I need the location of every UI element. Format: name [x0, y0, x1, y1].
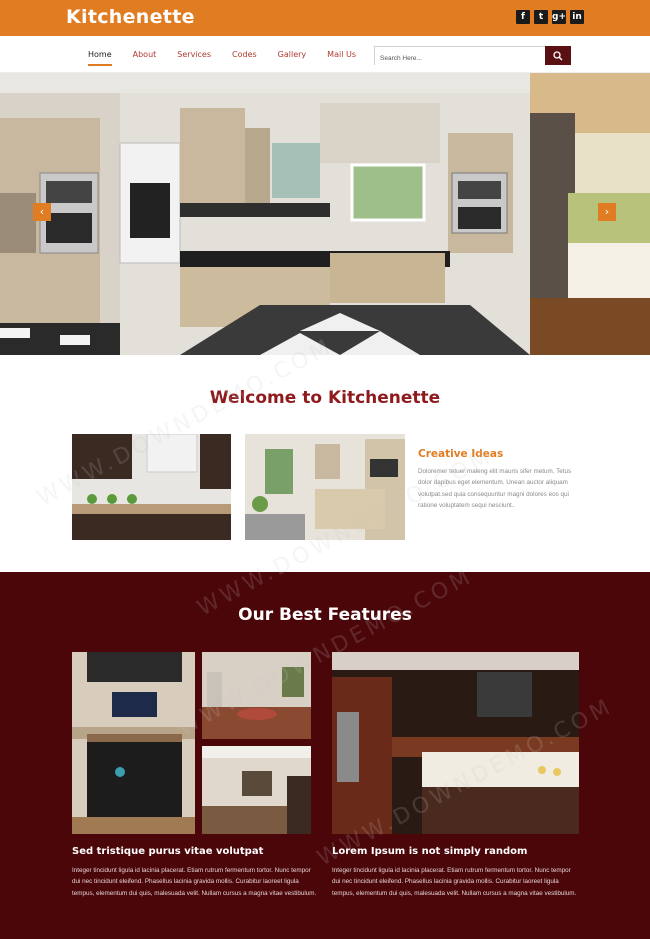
welcome-image-bright-kitchen [245, 434, 405, 540]
nav-item-codes[interactable]: Codes [232, 50, 257, 66]
site-logo[interactable]: Kitchenette [66, 6, 195, 28]
nav-item-home[interactable]: Home [88, 50, 112, 66]
search-icon [553, 50, 563, 60]
nav-item-about[interactable]: About [133, 50, 157, 66]
google-plus-icon[interactable]: g+ [552, 10, 566, 24]
social-links: f t g+ in [516, 10, 584, 24]
feature-image-corridor [202, 746, 311, 834]
slider-next-button[interactable]: › [598, 203, 616, 221]
welcome-image-dark-kitchen [72, 434, 231, 540]
search-input[interactable] [375, 50, 545, 67]
creative-ideas-heading: Creative Ideas [418, 448, 504, 460]
hero-kitchen-image [0, 73, 650, 355]
feature-image-dining [202, 652, 311, 739]
feature-image-modern-kitchen [332, 652, 579, 834]
slider-prev-button[interactable]: ‹ [33, 203, 51, 221]
feature-1-text: Integer tincidunt ligula id lacinia plac… [72, 867, 317, 897]
facebook-icon[interactable]: f [516, 10, 530, 24]
twitter-icon[interactable]: t [534, 10, 548, 24]
top-bar: Kitchenette f t g+ in [0, 0, 650, 36]
features-title: Our Best Features [238, 605, 412, 625]
linkedin-icon[interactable]: in [570, 10, 584, 24]
hero-slider: ‹ › [0, 73, 650, 355]
nav-item-gallery[interactable]: Gallery [278, 50, 307, 66]
nav-item-services[interactable]: Services [177, 50, 211, 66]
feature-1-heading: Sed tristique purus vitae volutpat [72, 846, 264, 857]
feature-2-heading: Lorem Ipsum is not simply random [332, 846, 528, 857]
welcome-title: Welcome to Kitchenette [209, 388, 441, 408]
search-button[interactable] [545, 46, 571, 65]
creative-ideas-text: Doloremer tetuer maleng elit mauris sife… [418, 468, 572, 509]
feature-2-text: Integer tincidunt ligula id lacinia plac… [332, 867, 577, 897]
nav-item-mail-us[interactable]: Mail Us [327, 50, 356, 66]
search-box [374, 46, 571, 67]
feature-image-island [72, 652, 195, 834]
